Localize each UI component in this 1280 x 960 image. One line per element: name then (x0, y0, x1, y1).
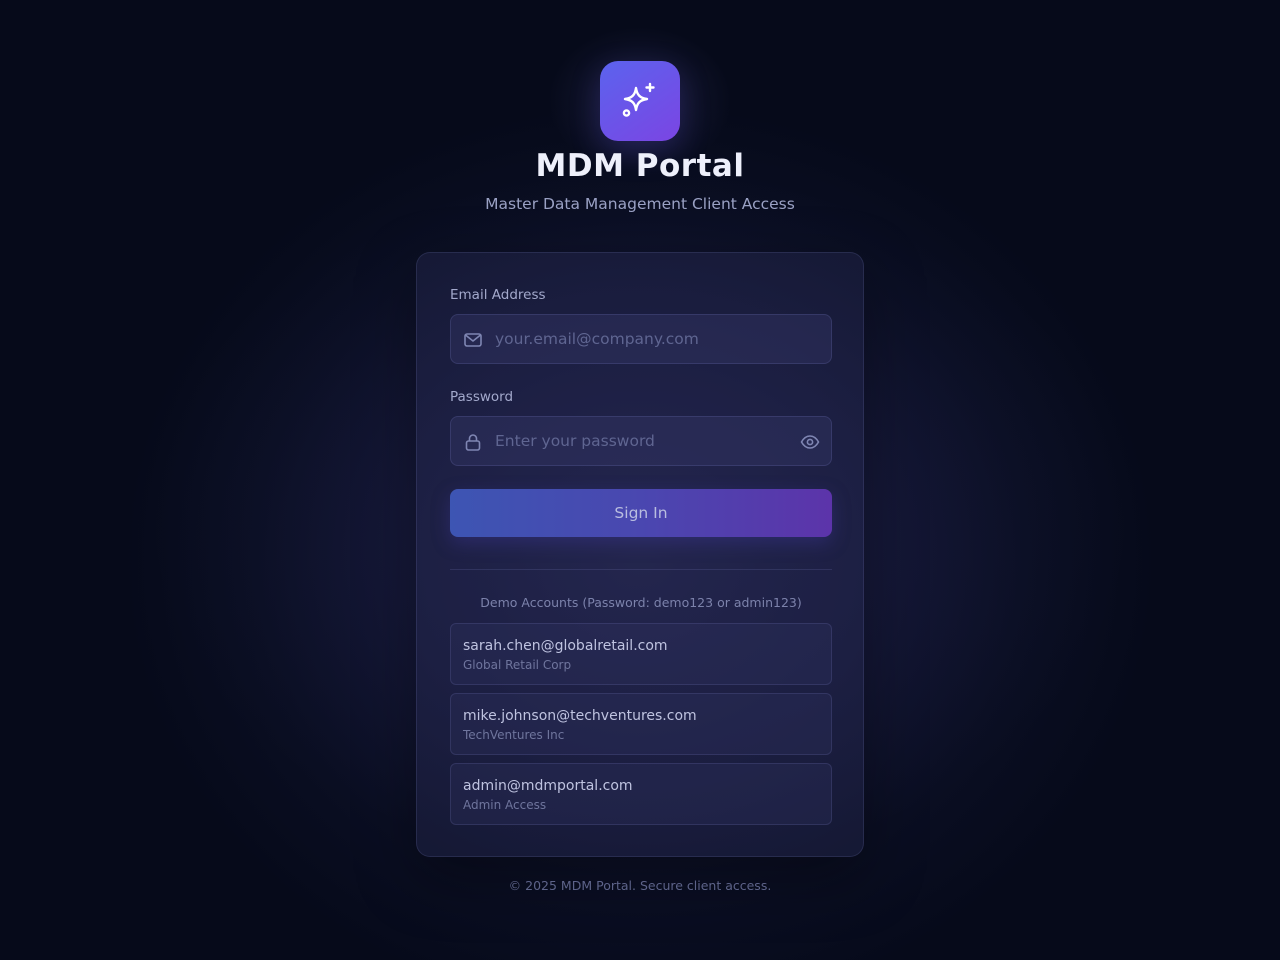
demo-account-item[interactable]: admin@mdmportal.com Admin Access (450, 763, 832, 825)
demo-accounts-title: Demo Accounts (Password: demo123 or admi… (480, 595, 802, 610)
divider (450, 569, 832, 570)
page-subtitle: Master Data Management Client Access (485, 195, 795, 213)
email-input[interactable] (495, 315, 795, 363)
mail-icon (462, 329, 484, 351)
email-field-container (450, 314, 832, 364)
sparkles-icon (622, 82, 655, 117)
email-label: Email Address (450, 287, 546, 303)
demo-account-email: mike.johnson@techventures.com (463, 708, 697, 724)
app-logo (600, 61, 680, 141)
show-password-toggle[interactable] (799, 431, 821, 453)
password-label: Password (450, 389, 514, 405)
sign-in-button[interactable]: Sign In (450, 489, 832, 537)
eye-icon (800, 435, 820, 449)
demo-account-item[interactable]: sarah.chen@globalretail.com Global Retai… (450, 623, 832, 685)
demo-account-org: TechVentures Inc (463, 728, 565, 742)
demo-account-email: sarah.chen@globalretail.com (463, 638, 668, 654)
password-input[interactable] (495, 417, 795, 465)
footer-text: © 2025 MDM Portal. Secure client access. (508, 878, 772, 893)
demo-account-org: Global Retail Corp (463, 658, 572, 672)
login-card: Email Address Password Sign In Demo Acc (416, 252, 864, 857)
demo-account-org: Admin Access (463, 798, 547, 812)
page-title: MDM Portal (535, 148, 745, 184)
demo-account-email: admin@mdmportal.com (463, 778, 633, 794)
lock-icon (462, 431, 484, 453)
demo-account-item[interactable]: mike.johnson@techventures.com TechVentur… (450, 693, 832, 755)
password-field-container (450, 416, 832, 466)
